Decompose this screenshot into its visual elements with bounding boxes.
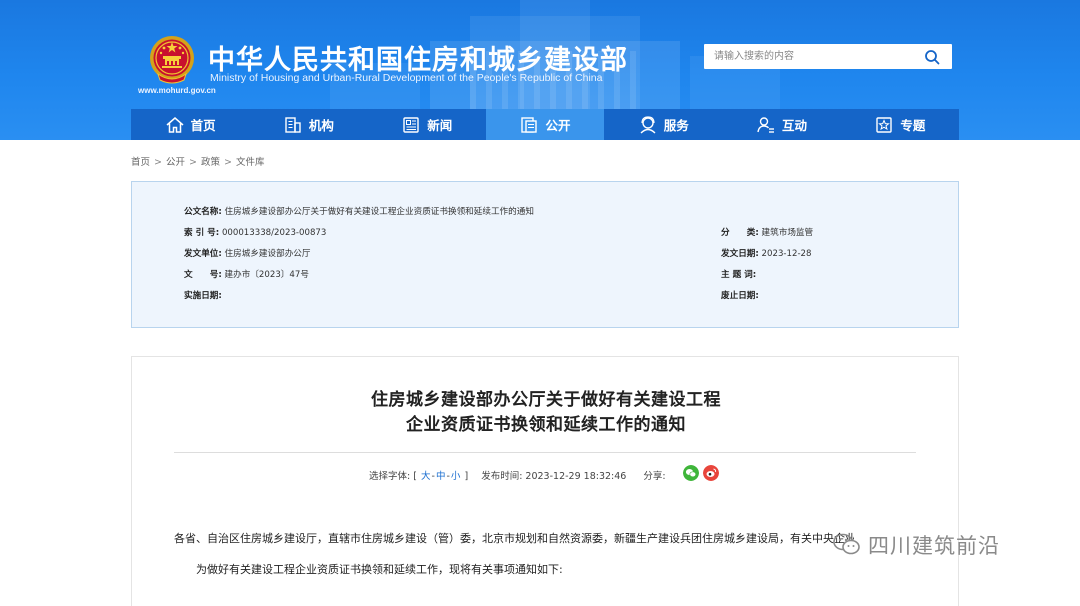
star-icon [876,116,893,133]
site-url: www.mohurd.gov.cn [138,86,216,95]
document-icon [521,116,538,133]
nav-item-interaction[interactable]: 互动 [722,109,840,140]
font-bracket: ] [464,471,469,482]
font-size-selector: [ 大-中-小 ] [413,471,469,482]
info-value: 建办市〔2023〕47号 [224,270,309,280]
share-label: 分享: [643,471,666,482]
article-meta: 选择字体: [ 大-中-小 ] 发布时间: 2023-12-29 18:32:4… [369,468,666,482]
wechat-share-icon[interactable] [683,465,699,481]
nav-item-label: 首页 [190,118,216,133]
info-row-docno: 文 号: 建办市〔2023〕47号 [184,268,309,280]
breadcrumb-file-library[interactable]: 文件库 [236,157,265,168]
font-large-link[interactable]: 大 [421,471,431,482]
divider [174,452,916,453]
watermark: 四川建筑前沿 [832,530,1052,560]
info-label: 实施日期: [184,291,222,301]
breadcrumb-policy[interactable]: 政策 [201,157,220,168]
site-subtitle: Ministry of Housing and Urban-Rural Deve… [210,72,603,84]
search-input[interactable] [704,44,914,69]
breadcrumb-home[interactable]: 首页 [131,157,150,168]
info-label: 废止日期: [721,291,759,301]
info-label: 公文名称: [184,207,222,217]
nav-item-label: 服务 [663,118,689,133]
info-row-date: 发文日期: 2023-12-28 [721,247,812,259]
nav-item-label: 机构 [308,118,334,133]
breadcrumb-separator: > [223,157,232,168]
building-icon [285,116,301,133]
info-value: 000013338/2023-00873 [221,228,327,238]
nav-item-label: 新闻 [427,118,453,133]
info-value: 2023-12-28 [761,249,812,259]
breadcrumb-public[interactable]: 公开 [166,157,185,168]
font-small-link[interactable]: 小 [451,471,461,482]
watermark-text: 四川建筑前沿 [868,534,1000,558]
article-paragraph: 为做好有关建设工程企业资质证书换领和延续工作，现将有关事项通知如下: [196,563,563,576]
font-size-label: 选择字体: [369,471,411,482]
nav-item-news[interactable]: 新闻 [368,109,486,140]
home-icon [166,116,184,133]
search-icon[interactable] [924,49,940,65]
user-interaction-icon [757,116,775,133]
info-value: 住房城乡建设部办公厅关于做好有关建设工程企业资质证书换领和延续工作的通知 [224,207,534,217]
info-label: 索 引 号: [184,228,220,238]
breadcrumb-separator: > [189,157,197,168]
font-medium-link[interactable]: 中 [436,471,446,482]
weibo-share-icon[interactable] [703,465,719,481]
publish-time-value: 2023-12-29 18:32:46 [525,471,627,482]
info-row-category: 分 类: 建筑市场监管 [721,226,813,238]
info-row-issuer: 发文单位: 住房城乡建设部办公厅 [184,247,311,259]
breadcrumb: 首页 > 公开 > 政策 > 文件库 [131,154,264,168]
nav-item-label: 互动 [782,118,808,133]
article-title-line2: 企业资质证书换领和延续工作的通知 [406,415,686,435]
publish-time-label: 发布时间: [481,471,523,482]
info-label: 分 类: [721,228,759,238]
info-label: 发文单位: [184,249,222,259]
service-icon [640,115,656,134]
nav-item-label: 公开 [545,118,571,133]
article-panel: 住房城乡建设部办公厅关于做好有关建设工程 企业资质证书换领和延续工作的通知 选择… [131,356,959,606]
article-paragraph: 各省、自治区住房城乡建设厅，直辖市住房城乡建设（管）委，北京市规划和自然资源委，… [174,532,854,545]
info-row-index: 索 引 号: 000013338/2023-00873 [184,226,326,238]
info-row-topic: 主 题 词: [721,268,756,280]
search-box [704,44,952,69]
nav-item-service[interactable]: 服务 [604,109,722,140]
nav-item-home[interactable]: 首页 [131,109,249,140]
font-bracket: [ [413,471,417,482]
info-value: 建筑市场监管 [761,228,814,238]
nav-item-label: 专题 [900,118,926,133]
info-label: 文 号: [184,270,222,280]
main-nav: 首页 机构 新闻 公开 服务 互动 专题 [131,109,959,140]
breadcrumb-separator: > [154,157,162,168]
nav-item-topics[interactable]: 专题 [841,109,959,140]
info-row-effective: 实施日期: [184,289,222,301]
info-value: 住房城乡建设部办公厅 [224,249,311,259]
info-label: 主 题 词: [721,270,757,280]
info-row-abolish: 废止日期: [721,289,759,301]
news-icon [403,116,419,133]
info-label: 发文日期: [721,249,759,259]
info-row-title: 公文名称: 住房城乡建设部办公厅关于做好有关建设工程企业资质证书换领和延续工作的… [184,205,534,217]
document-info-box: 公文名称: 住房城乡建设部办公厅关于做好有关建设工程企业资质证书换领和延续工作的… [131,181,959,328]
article-title-line1: 住房城乡建设部办公厅关于做好有关建设工程 [371,390,721,410]
national-emblem-icon[interactable] [148,34,196,84]
nav-item-organization[interactable]: 机构 [249,109,367,140]
nav-item-public[interactable]: 公开 [485,109,605,140]
wechat-logo-icon [833,533,860,555]
